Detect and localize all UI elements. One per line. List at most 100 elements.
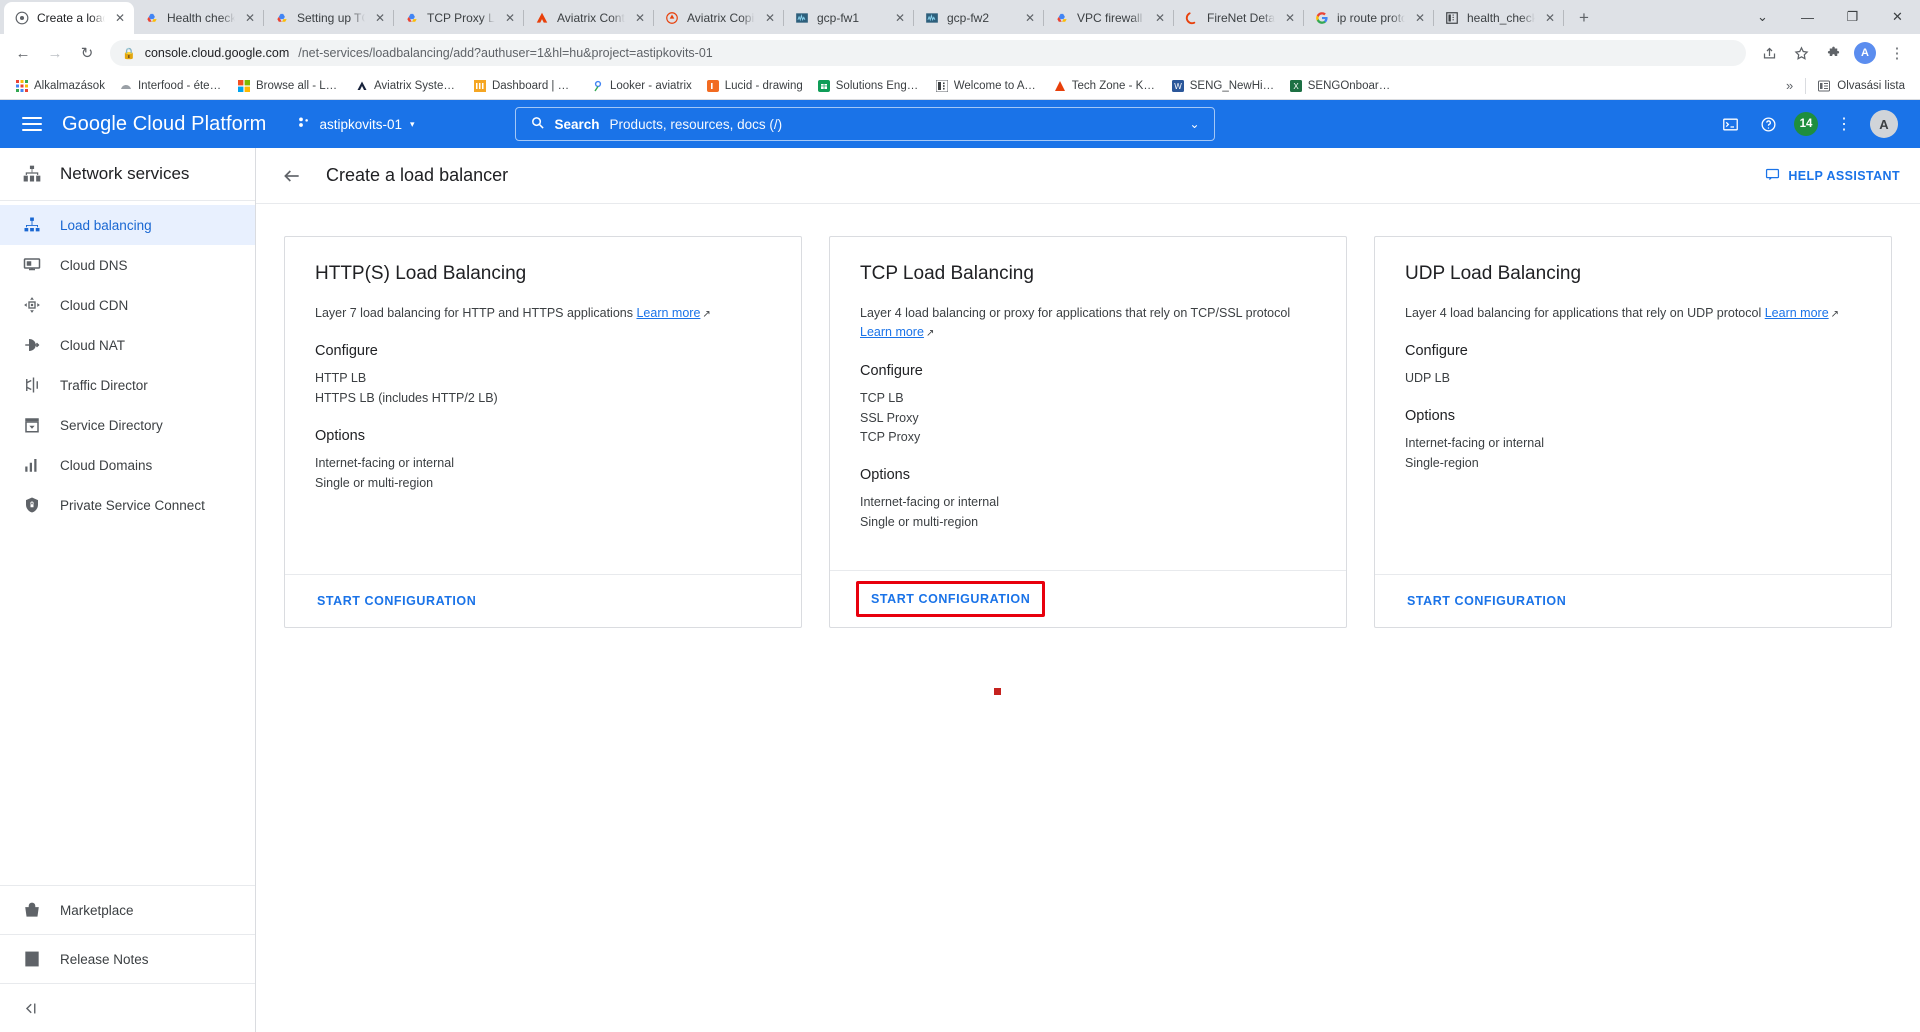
learn-more-link[interactable]: Learn more — [860, 325, 924, 339]
reading-list-button[interactable]: Olvasási lista — [1810, 76, 1912, 96]
sidebar-item-marketplace[interactable]: Marketplace — [0, 886, 255, 934]
close-icon[interactable]: ✕ — [1542, 10, 1558, 26]
browser-tab[interactable]: gcp-fw1 ✕ — [784, 2, 914, 34]
close-icon[interactable]: ✕ — [1152, 10, 1168, 26]
kebab-menu-icon[interactable]: ⋮ — [1832, 112, 1856, 136]
bookmark-item[interactable]: X SENGOnboardChec… — [1282, 76, 1400, 96]
close-icon[interactable]: ✕ — [372, 10, 388, 26]
sidebar-item-cloud-nat[interactable]: Cloud NAT — [0, 325, 255, 365]
bookmark-item[interactable]: Tech Zone - Knowle… — [1046, 76, 1164, 96]
learn-more-link[interactable]: Learn more — [636, 306, 700, 320]
sidebar-item-label: Service Directory — [60, 418, 163, 433]
bookmark-label: Tech Zone - Knowle… — [1072, 80, 1157, 92]
google-sheets-icon — [817, 79, 831, 93]
close-icon[interactable]: ✕ — [112, 10, 128, 26]
close-window-icon[interactable]: ✕ — [1875, 1, 1920, 33]
start-configuration-button[interactable]: START CONFIGURATION — [315, 589, 478, 613]
browser-tab[interactable]: Health checks ✕ — [134, 2, 264, 34]
bookmark-item[interactable]: Dashboard | Rippling — [466, 76, 584, 96]
sidebar-item-service-directory[interactable]: Service Directory — [0, 405, 255, 445]
bookmark-item[interactable]: Aviatrix Systems - B… — [348, 76, 466, 96]
start-configuration-button[interactable]: START CONFIGURATION — [856, 581, 1045, 617]
forward-icon[interactable]: → — [40, 38, 70, 68]
share-icon[interactable] — [1754, 38, 1784, 68]
bookmark-item[interactable]: Looker - aviatrix — [584, 76, 699, 96]
maximize-icon[interactable]: ❐ — [1830, 1, 1875, 33]
sidebar-item-release-notes[interactable]: Release Notes — [0, 935, 255, 983]
browser-tab[interactable]: gcp-fw2 ✕ — [914, 2, 1044, 34]
sidebar-item-load-balancing[interactable]: Load balancing — [0, 205, 255, 245]
terminal-icon[interactable] — [1718, 112, 1742, 136]
browser-tab[interactable]: TCP Proxy Loa ✕ — [394, 2, 524, 34]
bookmark-item[interactable]: Alkalmazások — [8, 76, 112, 96]
divider — [1805, 78, 1806, 94]
minimize-icon[interactable]: — — [1785, 1, 1830, 33]
rippling-icon — [473, 79, 487, 93]
aviatrix-docs-icon — [1184, 10, 1200, 26]
close-icon[interactable]: ✕ — [1282, 10, 1298, 26]
project-selector[interactable]: astipkovits-01 ▾ — [296, 115, 414, 133]
cloud-dns-icon — [22, 255, 42, 275]
card-title: UDP Load Balancing — [1405, 263, 1861, 285]
bookmark-item[interactable]: Solutions Engineeri… — [810, 76, 928, 96]
card-footer: START CONFIGURATION — [830, 570, 1346, 627]
sidebar-item-cloud-domains[interactable]: Cloud Domains — [0, 445, 255, 485]
browser-tab[interactable]: FireNet Detail ✕ — [1174, 2, 1304, 34]
external-link-icon: ↗ — [702, 307, 710, 323]
options-item: Internet-facing or internal — [315, 454, 771, 474]
browser-tab[interactable]: Aviatrix Contr ✕ — [524, 2, 654, 34]
kebab-menu-icon[interactable]: ⋮ — [1882, 38, 1912, 68]
bookmarks-overflow-button[interactable]: » — [1778, 78, 1801, 93]
tab-title: health_check_ — [1467, 11, 1535, 25]
new-tab-button[interactable]: + — [1570, 4, 1598, 32]
tab-search-icon[interactable]: ⌄ — [1740, 1, 1785, 33]
hamburger-menu-icon[interactable] — [18, 110, 46, 138]
bookmark-item[interactable]: Interfood - étel ren… — [112, 76, 230, 96]
sidebar-item-private-service-connect[interactable]: Private Service Connect — [0, 485, 255, 525]
close-icon[interactable]: ✕ — [892, 10, 908, 26]
puzzle-icon[interactable] — [1818, 38, 1848, 68]
chevron-down-icon[interactable]: ⌄ — [1189, 117, 1199, 131]
close-icon[interactable]: ✕ — [1022, 10, 1038, 26]
back-button[interactable] — [280, 166, 304, 186]
browser-tab[interactable]: VPC firewall ru ✕ — [1044, 2, 1174, 34]
close-icon[interactable]: ✕ — [242, 10, 258, 26]
help-circle-icon[interactable] — [1756, 112, 1780, 136]
private-service-connect-icon — [22, 495, 42, 515]
browser-tab[interactable]: Create a load ✕ — [4, 2, 134, 34]
close-icon[interactable]: ✕ — [502, 10, 518, 26]
bookmark-item[interactable]: Lucid - drawing — [699, 76, 810, 96]
back-icon[interactable]: ← — [8, 38, 38, 68]
avatar[interactable]: A — [1870, 110, 1898, 138]
search-input[interactable]: Search Products, resources, docs (/) ⌄ — [515, 107, 1215, 141]
reload-icon[interactable]: ↻ — [72, 38, 102, 68]
browser-tab[interactable]: health_check_ ✕ — [1434, 2, 1564, 34]
options-item: Internet-facing or internal — [1405, 434, 1861, 454]
close-icon[interactable]: ✕ — [632, 10, 648, 26]
notifications-badge[interactable]: 14 — [1794, 112, 1818, 136]
help-assistant-label: HELP ASSISTANT — [1788, 169, 1900, 183]
browser-tab[interactable]: Aviatrix Copilo ✕ — [654, 2, 784, 34]
sidebar-item-traffic-director[interactable]: Traffic Director — [0, 365, 255, 405]
sidebar-item-cloud-cdn[interactable]: Cloud CDN — [0, 285, 255, 325]
gcp-brand-logo[interactable]: Google Cloud Platform — [62, 113, 266, 136]
sidebar-item-cloud-dns[interactable]: Cloud DNS — [0, 245, 255, 285]
address-bar[interactable]: 🔒 console.cloud.google.com/net-services/… — [110, 40, 1746, 66]
bookmark-item[interactable]: Browse all - Learn |… — [230, 76, 348, 96]
bookmark-item[interactable]: Welcome to Aviatri… — [928, 76, 1046, 96]
close-icon[interactable]: ✕ — [762, 10, 778, 26]
start-configuration-button[interactable]: START CONFIGURATION — [1405, 589, 1568, 613]
browser-tab[interactable]: ip route proto ✕ — [1304, 2, 1434, 34]
collapse-sidebar-button[interactable] — [0, 984, 255, 1032]
help-assistant-icon — [1765, 167, 1780, 185]
bookmark-item[interactable]: W SENG_NewHireGui… — [1164, 76, 1282, 96]
tab-title: FireNet Detail — [1207, 11, 1275, 25]
options-item: Single-region — [1405, 454, 1861, 474]
help-assistant-button[interactable]: HELP ASSISTANT — [1765, 167, 1900, 185]
profile-avatar[interactable]: A — [1854, 42, 1876, 64]
browser-tab[interactable]: Setting up TC ✕ — [264, 2, 394, 34]
learn-more-link[interactable]: Learn more — [1765, 306, 1829, 320]
configure-heading: Configure — [860, 363, 1316, 379]
star-icon[interactable] — [1786, 38, 1816, 68]
close-icon[interactable]: ✕ — [1412, 10, 1428, 26]
